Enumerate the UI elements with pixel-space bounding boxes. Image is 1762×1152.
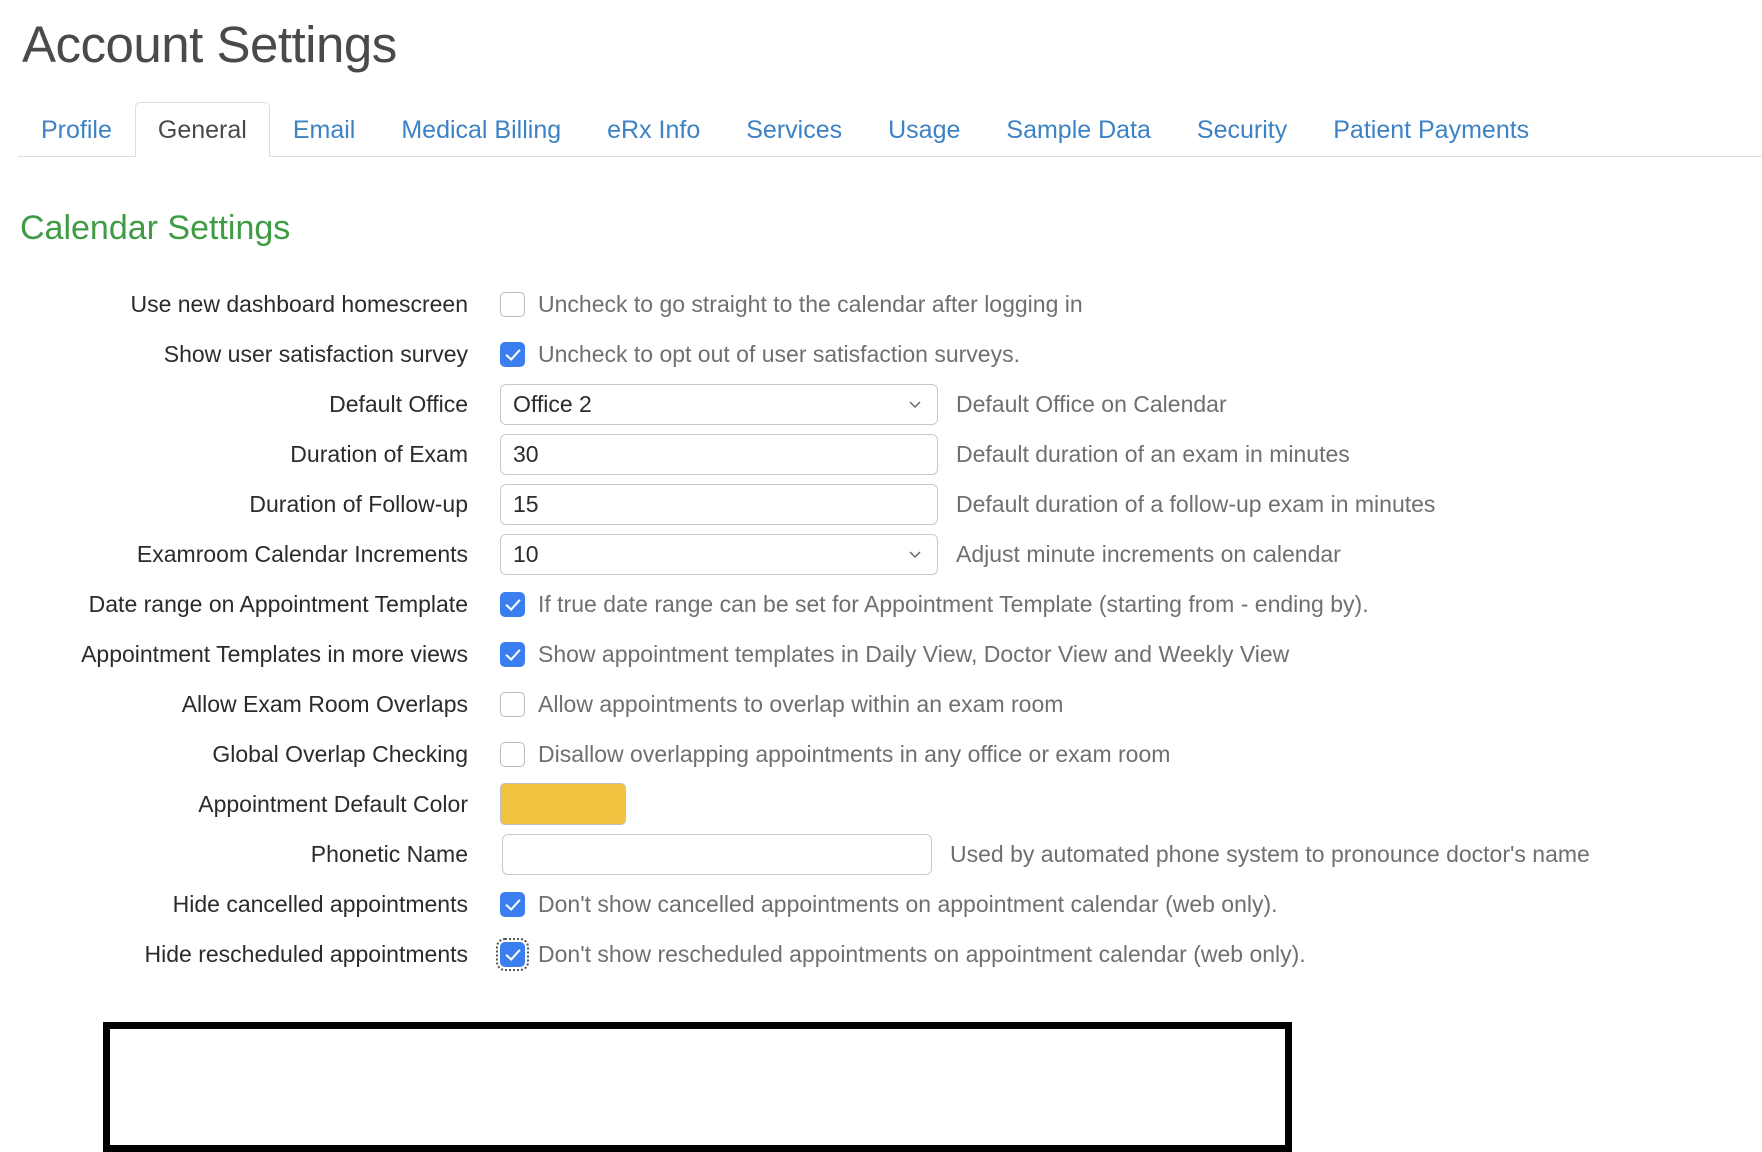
form-row-duration-of-follow-up: Duration of Follow-up Default duration of… <box>0 479 1762 529</box>
input-phonetic-name[interactable] <box>502 833 932 875</box>
tab-sample-data[interactable]: Sample Data <box>983 102 1174 157</box>
checkbox-allow-exam-room-overlaps[interactable] <box>500 691 525 717</box>
row-control-duration-of-follow-up: Default duration of a follow-up exam in … <box>500 483 1762 525</box>
tab-email[interactable]: Email <box>270 102 379 157</box>
helper-text-date-range-on-appointment-template: If true date range can be set for Appoin… <box>538 590 1369 617</box>
form-row-hide-cancelled-appointments: Hide cancelled appointments Don't show ca… <box>0 879 1762 929</box>
row-label-duration-of-exam: Duration of Exam <box>290 440 468 467</box>
tab-bar: Profile General Email Medical Billing eRx In… <box>0 95 1762 158</box>
row-label-allow-exam-room-overlaps: Allow Exam Room Overlaps <box>181 690 468 717</box>
tab-usage[interactable]: Usage <box>865 102 983 157</box>
checkbox-show-user-satisfaction-survey[interactable] <box>500 341 525 367</box>
row-control-appointment-default-color <box>500 783 1762 826</box>
row-control-phonetic-name: Used by automated phone system to pronou… <box>500 833 1762 875</box>
form-row-show-user-satisfaction-survey: Show user satisfaction survey Uncheck to … <box>0 329 1762 379</box>
section-title: Calendar Settings <box>20 209 291 248</box>
row-label-appointment-templates-in-more-views: Appointment Templates in more views <box>81 640 468 667</box>
row-label-show-user-satisfaction-survey: Show user satisfaction survey <box>163 340 468 367</box>
form-row-phonetic-name: Phonetic Name Used by automated phone sys… <box>0 829 1762 879</box>
checkbox-appointment-templates-in-more-views[interactable] <box>500 641 525 667</box>
form-row-default-office: Default Office Office 2 Default Office on … <box>0 379 1762 429</box>
chevron-down-icon <box>908 397 922 411</box>
row-control-default-office: Office 2 Default Office on Calendar <box>500 383 1762 425</box>
form-row-use-new-dashboard-homescreen: Use new dashboard homescreen Uncheck to g… <box>0 279 1762 329</box>
helper-text-appointment-templates-in-more-views: Show appointment templates in Daily View… <box>538 640 1290 667</box>
row-label-appointment-default-color: Appointment Default Color <box>198 790 468 817</box>
tab-patient-payments[interactable]: Patient Payments <box>1310 102 1552 157</box>
row-label-use-new-dashboard-homescreen: Use new dashboard homescreen <box>130 290 468 317</box>
row-control-examroom-calendar-increments: 10 Adjust minute increments on calendar <box>500 533 1762 575</box>
select-value-default-office: Office 2 <box>513 390 592 417</box>
highlight-annotation-box <box>103 1022 1292 1152</box>
row-label-phonetic-name: Phonetic Name <box>310 840 468 867</box>
tab-list: Profile General Email Medical Billing eRx In… <box>0 95 1762 158</box>
helper-text-duration-of-follow-up: Default duration of a follow-up exam in … <box>956 490 1436 517</box>
form-row-examroom-calendar-increments: Examroom Calendar Increments 10 Adjust min… <box>0 529 1762 579</box>
row-control-appointment-templates-in-more-views: Show appointment templates in Daily View… <box>500 641 1762 668</box>
helper-text-default-office: Default Office on Calendar <box>956 390 1227 417</box>
select-examroom-calendar-increments[interactable]: 10 <box>500 533 938 575</box>
row-control-allow-exam-room-overlaps: Allow appointments to overlap within an … <box>500 691 1762 718</box>
form-row-date-range-on-appointment-template: Date range on Appointment Template If tru… <box>0 579 1762 629</box>
row-control-global-overlap-checking: Disallow overlapping appointments in any… <box>500 741 1762 768</box>
helper-text-hide-rescheduled-appointments: Don't show rescheduled appointments on a… <box>538 940 1306 967</box>
select-default-office[interactable]: Office 2 <box>500 383 938 425</box>
checkbox-hide-cancelled-appointments[interactable] <box>500 891 525 917</box>
tab-general[interactable]: General <box>134 102 270 158</box>
row-control-date-range-on-appointment-template: If true date range can be set for Appoin… <box>500 591 1762 618</box>
helper-text-global-overlap-checking: Disallow overlapping appointments in any… <box>538 740 1171 767</box>
helper-text-allow-exam-room-overlaps: Allow appointments to overlap within an … <box>538 690 1064 717</box>
input-duration-of-exam[interactable] <box>500 433 938 475</box>
row-label-global-overlap-checking: Global Overlap Checking <box>212 740 468 767</box>
form-row-hide-rescheduled-appointments: Hide rescheduled appointments Don't show … <box>0 929 1762 979</box>
tab-erx-info[interactable]: eRx Info <box>584 102 723 157</box>
row-label-date-range-on-appointment-template: Date range on Appointment Template <box>88 590 468 617</box>
tab-medical-billing[interactable]: Medical Billing <box>378 102 584 157</box>
helper-text-show-user-satisfaction-survey: Uncheck to opt out of user satisfaction … <box>538 340 1020 367</box>
row-label-default-office: Default Office <box>329 390 468 417</box>
form-row-appointment-templates-in-more-views: Appointment Templates in more views Show … <box>0 629 1762 679</box>
checkbox-date-range-on-appointment-template[interactable] <box>500 591 525 617</box>
helper-text-use-new-dashboard-homescreen: Uncheck to go straight to the calendar a… <box>538 290 1083 317</box>
checkbox-hide-rescheduled-appointments[interactable] <box>496 937 529 971</box>
select-value-examroom-calendar-increments: 10 <box>513 540 539 567</box>
row-label-duration-of-follow-up: Duration of Follow-up <box>249 490 468 517</box>
row-label-hide-cancelled-appointments: Hide cancelled appointments <box>172 890 468 917</box>
form-row-allow-exam-room-overlaps: Allow Exam Room Overlaps Allow appointmen… <box>0 679 1762 729</box>
helper-text-hide-cancelled-appointments: Don't show cancelled appointments on app… <box>538 890 1278 917</box>
tab-services[interactable]: Services <box>723 102 865 157</box>
row-label-hide-rescheduled-appointments: Hide rescheduled appointments <box>144 940 468 967</box>
row-control-duration-of-exam: Default duration of an exam in minutes <box>500 433 1762 475</box>
color-swatch-appointment-default-color[interactable] <box>500 783 626 826</box>
row-control-hide-cancelled-appointments: Don't show cancelled appointments on app… <box>500 891 1762 918</box>
chevron-down-icon <box>908 547 922 561</box>
checkbox-global-overlap-checking[interactable] <box>500 741 525 767</box>
page-title: Account Settings <box>22 16 397 73</box>
checkbox-use-new-dashboard-homescreen[interactable] <box>500 291 525 317</box>
tab-profile[interactable]: Profile <box>18 102 135 157</box>
row-control-show-user-satisfaction-survey: Uncheck to opt out of user satisfaction … <box>500 341 1762 368</box>
form-row-appointment-default-color: Appointment Default Color <box>0 779 1762 829</box>
helper-text-duration-of-exam: Default duration of an exam in minutes <box>956 440 1350 467</box>
row-control-use-new-dashboard-homescreen: Uncheck to go straight to the calendar a… <box>500 291 1762 318</box>
input-duration-of-follow-up[interactable] <box>500 483 938 525</box>
form-row-global-overlap-checking: Global Overlap Checking Disallow overlapp… <box>0 729 1762 779</box>
helper-text-phonetic-name: Used by automated phone system to pronou… <box>950 840 1590 867</box>
calendar-settings-form: Use new dashboard homescreen Uncheck to g… <box>0 279 1762 979</box>
helper-text-examroom-calendar-increments: Adjust minute increments on calendar <box>956 540 1341 567</box>
row-control-hide-rescheduled-appointments: Don't show rescheduled appointments on a… <box>496 937 1762 971</box>
tab-security[interactable]: Security <box>1174 102 1310 157</box>
form-row-duration-of-exam: Duration of Exam Default duration of an e… <box>0 429 1762 479</box>
row-label-examroom-calendar-increments: Examroom Calendar Increments <box>136 540 468 567</box>
